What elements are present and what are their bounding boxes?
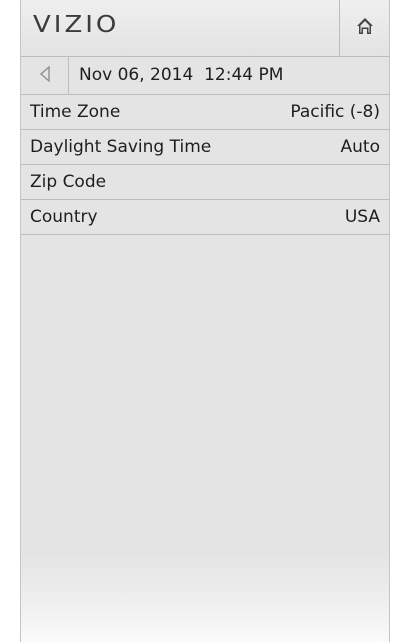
date-time-bar: Nov 06, 2014 12:44 PM: [21, 57, 389, 95]
home-button[interactable]: [339, 0, 389, 56]
setting-row-time-zone[interactable]: Time Zone Pacific (-8): [21, 95, 389, 130]
settings-panel: VIZIO Nov 06, 2014 12:44 PM Time Zone Pa…: [20, 0, 390, 642]
setting-row-country[interactable]: Country USA: [21, 200, 389, 235]
setting-label: Daylight Saving Time: [30, 137, 212, 157]
setting-row-daylight-saving-time[interactable]: Daylight Saving Time Auto: [21, 130, 389, 165]
vizio-logo: VIZIO: [33, 11, 120, 39]
setting-label: Country: [30, 207, 98, 227]
app-header: VIZIO: [21, 0, 389, 57]
setting-row-zip-code[interactable]: Zip Code: [21, 165, 389, 200]
current-date-time: Nov 06, 2014 12:44 PM: [79, 65, 284, 85]
setting-value: USA: [344, 207, 380, 227]
back-button[interactable]: [21, 57, 69, 94]
setting-value: Pacific (-8): [290, 102, 380, 122]
setting-label: Time Zone: [30, 102, 121, 122]
home-icon: [356, 17, 374, 39]
back-arrow-icon: [39, 65, 51, 87]
setting-value: Auto: [340, 137, 380, 157]
setting-label: Zip Code: [30, 172, 107, 192]
